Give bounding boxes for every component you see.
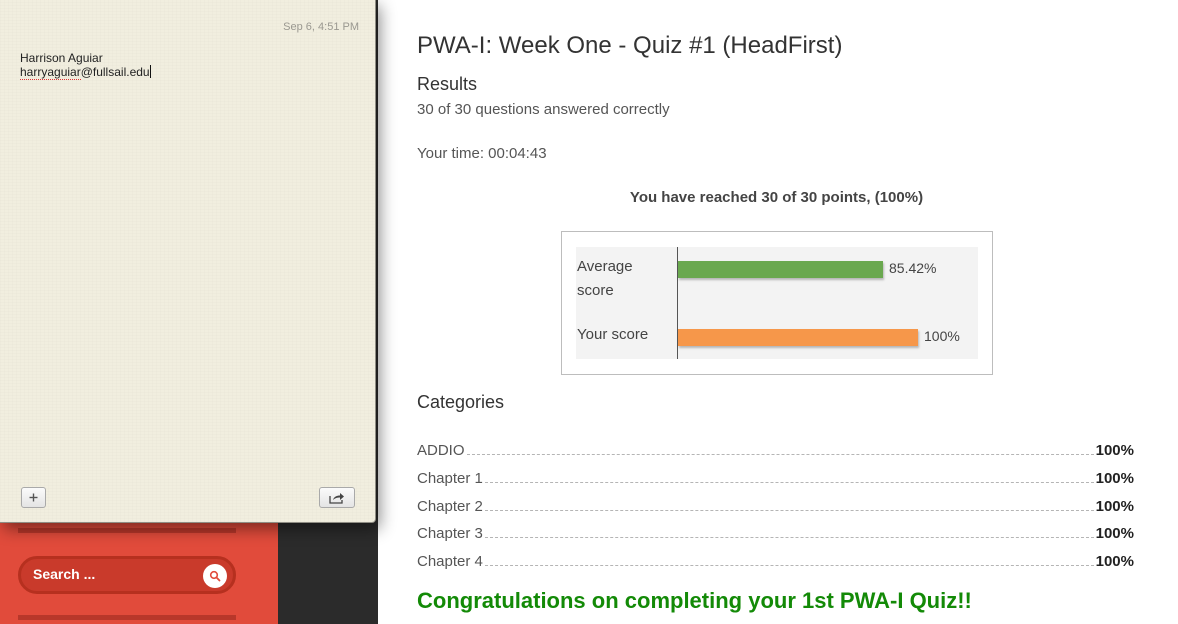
bar-category-label: Average score (577, 258, 633, 299)
note-date: Sep 6, 4:51 PM (283, 21, 359, 33)
text-caret (149, 65, 151, 78)
search-input[interactable]: Search ... (18, 556, 236, 594)
dotted-leader (484, 510, 1094, 511)
sidebar-divider (18, 615, 236, 620)
search-button[interactable] (203, 564, 227, 588)
share-icon (329, 492, 344, 504)
dotted-leader (484, 565, 1094, 566)
category-name: Chapter 2 (417, 498, 483, 515)
bar-value-label: 85.42% (889, 260, 937, 276)
category-name: Chapter 1 (417, 470, 483, 487)
category-row: Chapter 2 100% (417, 493, 1134, 515)
category-score: 100% (1095, 498, 1134, 515)
dotted-leader (484, 537, 1094, 538)
sidebar-divider (18, 528, 236, 533)
answered-summary: 30 of 30 questions answered correctly (417, 101, 670, 118)
bar-mark (678, 329, 918, 346)
share-button[interactable] (319, 487, 355, 508)
note-email[interactable]: harryaguiar@fullsail.edu (20, 65, 151, 80)
notes-window[interactable]: Sep 6, 4:51 PM Harrison Aguiar harryagui… (0, 0, 376, 523)
category-row: Chapter 4 100% (417, 548, 1134, 570)
category-row: Chapter 3 100% (417, 520, 1134, 542)
categories-heading: Categories (417, 392, 505, 412)
note-email-domain: @fullsail.edu (80, 65, 150, 79)
score-chart: Average score 85.42% Your score 100% (561, 231, 993, 375)
category-score: 100% (1095, 470, 1134, 487)
category-score: 100% (1095, 525, 1134, 542)
search-placeholder: Search ... (33, 566, 96, 582)
chart-plot-area: Average score 85.42% Your score 100% (576, 247, 978, 359)
category-name: Chapter 3 (417, 525, 483, 542)
page-title: PWA-I: Week One - Quiz #1 (HeadFirst) (417, 32, 843, 59)
time-summary: Your time: 00:04:43 (417, 145, 547, 162)
category-row: Chapter 1 100% (417, 465, 1134, 487)
congratulations-message: Congratulations on completing your 1st P… (417, 588, 972, 613)
bar-mark (678, 261, 883, 278)
category-row: ADDIO 100% (417, 437, 1134, 459)
points-summary: You have reached 30 of 30 points, (100%) (629, 189, 924, 206)
category-name: ADDIO (417, 442, 465, 459)
search-icon (209, 570, 221, 582)
dotted-leader (484, 482, 1094, 483)
results-heading: Results (417, 74, 478, 94)
plus-icon (29, 493, 38, 502)
bar-value-label: 100% (924, 328, 960, 344)
note-email-user: harryaguiar (20, 65, 81, 80)
category-name: Chapter 4 (417, 553, 483, 570)
category-score: 100% (1095, 442, 1134, 459)
bar-category-label: Your score (577, 326, 649, 343)
category-score: 100% (1095, 553, 1134, 570)
add-note-button[interactable] (21, 487, 46, 508)
dotted-leader (466, 454, 1094, 455)
note-name[interactable]: Harrison Aguiar (20, 51, 103, 65)
